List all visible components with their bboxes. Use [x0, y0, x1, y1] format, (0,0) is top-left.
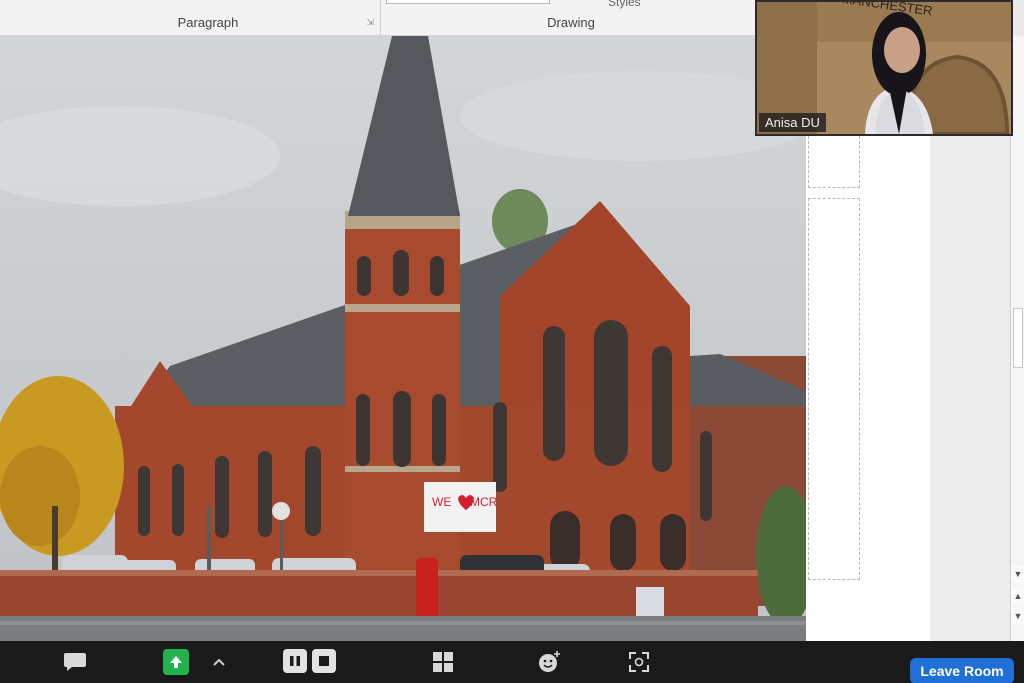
poster-we: WE — [432, 495, 451, 509]
participant-face — [884, 27, 920, 73]
styles-group-label: Styles — [608, 0, 641, 9]
drawing-group-label: Drawing — [547, 15, 595, 30]
road — [0, 616, 806, 641]
pause-icon[interactable] — [283, 649, 307, 673]
text-frame-top[interactable] — [808, 136, 860, 188]
screen: Paragraph ⇲ Drawing Styles WE MCR ▼ ▲ ▼ … — [0, 0, 1024, 683]
scroll-down-arrow-icon[interactable]: ▼ — [1011, 566, 1024, 582]
chat-icon[interactable] — [62, 649, 88, 675]
scroll-thumb[interactable] — [1013, 308, 1023, 368]
paragraph-group-label: Paragraph — [177, 15, 239, 30]
ribbon-toolbar: Paragraph ⇲ Drawing Styles — [0, 0, 760, 36]
apps-grid-icon[interactable] — [430, 649, 456, 675]
previous-page-icon[interactable]: ▲ — [1011, 588, 1024, 604]
chevron-up-icon[interactable] — [206, 649, 232, 675]
share-screen-icon[interactable] — [163, 649, 189, 675]
text-frame-main[interactable] — [808, 198, 860, 580]
paragraph-dialog-launcher-icon[interactable]: ⇲ — [366, 17, 374, 28]
shared-slide-photo: WE MCR — [0, 36, 806, 641]
stop-icon[interactable] — [312, 649, 336, 673]
meeting-toolbar — [0, 641, 1024, 683]
participant-name-tag: Anisa DU — [759, 113, 826, 132]
drawing-shape-box[interactable] — [386, 0, 550, 4]
reactions-icon[interactable] — [536, 649, 562, 675]
participant-video[interactable]: MANCHESTER Anisa DU — [755, 0, 1013, 136]
paragraph-group[interactable]: Paragraph ⇲ — [36, 0, 381, 36]
fullscreen-icon[interactable] — [626, 649, 652, 675]
leave-room-button[interactable]: Leave Room — [910, 658, 1014, 683]
next-page-icon[interactable]: ▼ — [1011, 608, 1024, 624]
poster-mcr: MCR — [470, 495, 498, 509]
drawing-group[interactable]: Drawing — [382, 0, 760, 36]
